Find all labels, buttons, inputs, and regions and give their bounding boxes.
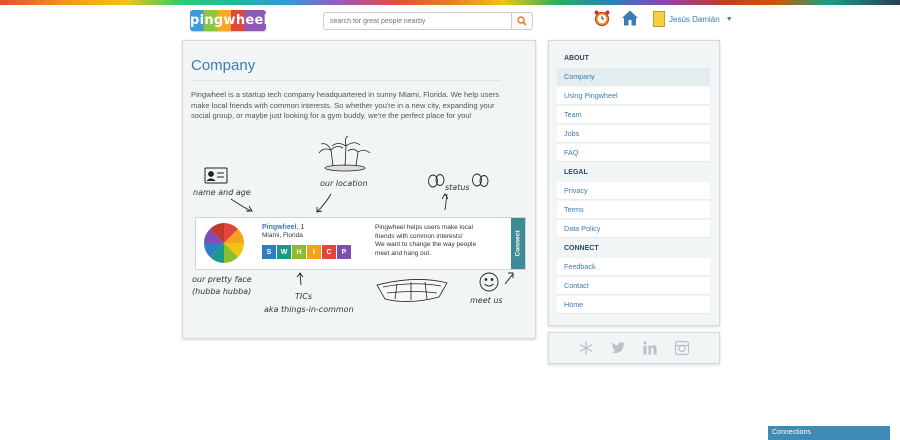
- logo-text: pingwheel: [190, 10, 268, 31]
- tic-badge: S: [262, 245, 276, 259]
- sample-profile-card: Pingwheel, 1 Miami, Florida S W H I C P …: [195, 217, 526, 270]
- sidebar-item-contact[interactable]: Contact: [557, 277, 710, 295]
- smiley-icon: [479, 272, 499, 292]
- pingwheel-logo[interactable]: pingwheel: [190, 10, 268, 31]
- profile-location: Miami, Florida: [262, 232, 303, 239]
- top-color-strip: [0, 0, 900, 5]
- tic-badge: W: [277, 245, 291, 259]
- profile-bio: Pingwheel helps users make local friends…: [375, 224, 495, 258]
- connections-tab[interactable]: Connections: [768, 426, 890, 440]
- sidebar-nav: ABOUT Company Using Pingwheel Team Jobs …: [548, 40, 720, 326]
- boat-icon: [376, 279, 448, 302]
- sidebar-item-team[interactable]: Team: [557, 106, 710, 124]
- sidebar-section-legal: LEGAL: [564, 169, 588, 176]
- annotation-face-1: our pretty face: [192, 275, 252, 284]
- annotation-name-age: name and age: [193, 188, 251, 197]
- avatar: [653, 11, 665, 27]
- social-links: [548, 332, 720, 364]
- profile-name-text: Pingwheel: [262, 224, 297, 231]
- sidebar-item-data-policy[interactable]: Data Policy: [557, 220, 710, 238]
- tic-badge: I: [307, 245, 321, 259]
- annotation-meet: meet us: [470, 296, 503, 305]
- sidebar-item-privacy[interactable]: Privacy: [557, 182, 710, 200]
- search-input[interactable]: [323, 12, 522, 30]
- annotation-face-2: (hubba hubba): [192, 287, 252, 296]
- sidebar-section-about: ABOUT: [564, 55, 589, 62]
- connect-button[interactable]: Connect: [511, 218, 525, 269]
- id-card-icon: [204, 167, 228, 184]
- annotation-tics-1: TICs: [295, 292, 312, 301]
- sidebar-item-jobs[interactable]: Jobs: [557, 125, 710, 143]
- sidebar-item-company[interactable]: Company: [557, 68, 710, 86]
- sidebar-item-faq[interactable]: FAQ: [557, 144, 710, 162]
- instagram-icon[interactable]: [674, 340, 690, 356]
- twitter-icon[interactable]: [610, 340, 626, 356]
- bio-line: meet and hang out.: [375, 249, 432, 257]
- connect-label: Connect: [514, 230, 522, 257]
- annotation-location: our location: [320, 179, 368, 188]
- sidebar-item-using-pingwheel[interactable]: Using Pingwheel: [557, 87, 710, 105]
- tic-badge: H: [292, 245, 306, 259]
- home-icon[interactable]: [621, 9, 639, 27]
- tic-badge: C: [322, 245, 336, 259]
- linkedin-icon[interactable]: [642, 340, 658, 356]
- bio-line: Pingwheel helps users make local: [375, 224, 473, 231]
- chevron-down-icon: ▼: [725, 15, 733, 23]
- bio-line: friends with common interests!: [375, 232, 463, 240]
- annotation-status: status: [445, 183, 470, 192]
- tic-badges: S W H I C P: [262, 245, 352, 259]
- sidebar-item-home[interactable]: Home: [557, 296, 710, 314]
- profile-age: , 1: [296, 224, 305, 231]
- sidebar-item-feedback[interactable]: Feedback: [557, 258, 710, 276]
- search-button[interactable]: [511, 12, 533, 30]
- palm-island-icon: [318, 135, 371, 172]
- sidebar-item-terms[interactable]: Terms: [557, 201, 710, 219]
- pinwheel-logo-icon: [204, 223, 244, 263]
- snowflake-icon[interactable]: [578, 340, 594, 356]
- bio-line: We want to change the way people: [375, 241, 477, 248]
- user-menu[interactable]: Jesús Damián ▼: [653, 11, 733, 27]
- sidebar-section-connect: CONNECT: [564, 245, 599, 252]
- tic-badge: P: [337, 245, 351, 259]
- annotation-tics-2: aka things-in-common: [264, 305, 354, 314]
- user-name: Jesús Damián: [669, 14, 720, 24]
- alarm-icon[interactable]: [593, 9, 611, 27]
- profile-name: Pingwheel, 1: [262, 224, 304, 231]
- company-panel: Company Pingwheel is a startup tech comp…: [182, 40, 536, 339]
- search-icon: [517, 16, 527, 26]
